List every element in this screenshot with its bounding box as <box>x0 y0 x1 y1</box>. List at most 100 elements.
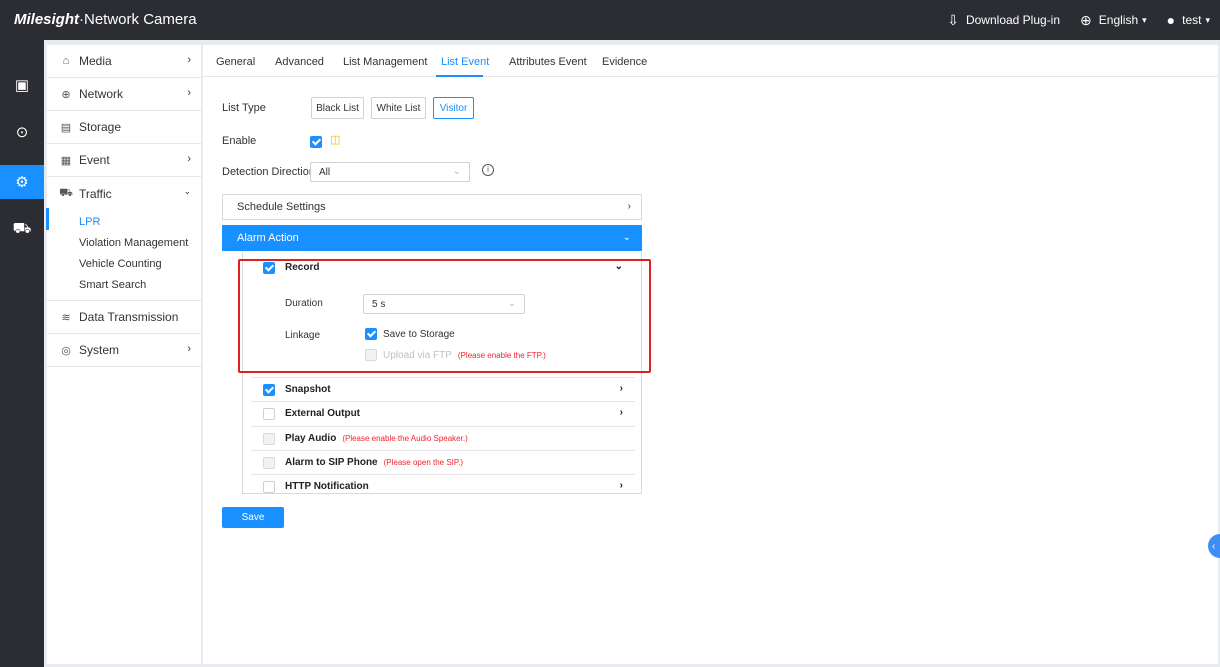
layers-icon: ≋ <box>61 311 71 324</box>
rail-settings[interactable]: ⚙ <box>0 165 44 199</box>
play-audio-hint: (Please enable the Audio Speaker.) <box>342 434 468 443</box>
event-icon: ▦ <box>60 154 72 167</box>
chevron-right-icon: › <box>619 383 623 394</box>
http-notification-label: HTTP Notification <box>285 481 369 492</box>
highlight-box <box>238 259 651 373</box>
save-button[interactable]: Save <box>222 507 284 528</box>
white-list-button[interactable]: White List <box>371 97 426 119</box>
nav-item-label: Network <box>79 87 124 101</box>
tab-advanced[interactable]: Advanced <box>275 56 324 68</box>
detection-direction-value: All <box>319 166 331 178</box>
nav-item-network[interactable]: ⊕ Network › <box>47 78 201 111</box>
tab-bar: General Advanced List Management List Ev… <box>203 45 1218 77</box>
play-audio-row: Play Audio (Please enable the Audio Spea… <box>263 426 635 451</box>
product-name: ·Network Camera <box>79 11 197 28</box>
brand-name: Milesight <box>14 11 80 28</box>
playback-icon: ⊙ <box>15 124 29 141</box>
left-rail: ▣ ⊙ ⚙ ⛟ <box>0 40 44 667</box>
download-plugin-link[interactable]: ⇩ Download Plug-in <box>947 12 1060 29</box>
chevron-right-icon: › <box>187 87 191 99</box>
nav-item-label: Storage <box>79 120 122 134</box>
schedule-settings-label: Schedule Settings <box>237 201 326 213</box>
chevron-left-icon: ‹ <box>1212 540 1216 552</box>
tab-list-event[interactable]: List Event <box>441 56 489 68</box>
nav-item-label: Traffic <box>79 186 112 201</box>
visitor-button[interactable]: Visitor <box>433 97 474 119</box>
tab-general[interactable]: General <box>216 56 255 68</box>
play-audio-label: Play Audio <box>285 433 337 444</box>
nav-item-event[interactable]: ▦ Event › <box>47 144 201 177</box>
rail-live-view[interactable]: ▣ <box>0 68 44 102</box>
user-label: test <box>1182 13 1202 27</box>
settings-icon: ⚙ <box>15 174 29 191</box>
external-output-checkbox[interactable] <box>263 407 275 420</box>
car-icon: ⛟ <box>59 186 73 199</box>
alarm-sip-row: Alarm to SIP Phone (Please open the SIP.… <box>263 450 635 475</box>
alarm-sip-label: Alarm to SIP Phone <box>285 457 378 468</box>
nav-item-label: Media <box>79 54 112 68</box>
info-icon[interactable]: i <box>482 164 494 176</box>
header-actions: ⇩ Download Plug-in ⊕ English ▾ ● test ▾ <box>927 0 1210 40</box>
tab-attributes-event[interactable]: Attributes Event <box>509 56 587 68</box>
settings-nav: ⌂ Media › ⊕ Network › ▤ Storage ▦ Event … <box>46 45 201 664</box>
nav-item-system[interactable]: ◎ System › <box>47 334 201 367</box>
chevron-down-icon: ⌄ <box>622 232 631 243</box>
chevron-right-icon: › <box>619 407 623 418</box>
nav-item-storage[interactable]: ▤ Storage <box>47 111 201 144</box>
chevron-down-icon: ⌄ <box>452 166 461 177</box>
play-audio-checkbox <box>263 432 275 445</box>
http-notification-checkbox[interactable] <box>263 480 275 493</box>
nav-sub-lpr[interactable]: LPR <box>47 212 201 233</box>
enable-checkbox[interactable] <box>310 136 322 148</box>
nav-item-data-transmission[interactable]: ≋ Data Transmission <box>47 301 201 334</box>
http-notification-row[interactable]: HTTP Notification › <box>263 474 635 499</box>
external-output-row[interactable]: External Output › <box>263 401 635 426</box>
nav-item-label: Data Transmission <box>79 310 179 324</box>
system-icon: ◎ <box>61 344 71 357</box>
cloud-download-icon: ⇩ <box>947 11 959 28</box>
user-menu[interactable]: ● test ▾ <box>1167 12 1210 28</box>
active-item-indicator <box>46 208 49 230</box>
download-plugin-label: Download Plug-in <box>965 13 1061 27</box>
detection-direction-select[interactable]: All ⌄ <box>310 162 470 182</box>
chevron-right-icon: › <box>187 54 191 66</box>
logo: Milesight·Network Camera <box>14 11 197 28</box>
rail-vehicle[interactable]: ⛟ <box>0 212 44 246</box>
tab-list-management[interactable]: List Management <box>343 56 427 68</box>
chevron-right-icon: › <box>187 153 191 165</box>
live-view-icon: ▣ <box>14 77 30 94</box>
black-list-button[interactable]: Black List <box>311 97 364 119</box>
chevron-right-icon: › <box>187 343 191 355</box>
storage-icon: ▤ <box>60 121 72 134</box>
schedule-icon[interactable]: ◫ <box>330 133 340 146</box>
nav-item-media[interactable]: ⌂ Media › <box>47 45 201 78</box>
globe-icon: ⊕ <box>1080 11 1092 28</box>
alarm-action-panel[interactable]: Alarm Action ⌄ <box>222 225 642 251</box>
nav-sub-smart-search[interactable]: Smart Search <box>47 275 201 296</box>
enable-label: Enable <box>222 135 257 147</box>
chevron-down-icon: ▾ <box>1205 14 1210 25</box>
nav-item-traffic[interactable]: ⛟ Traffic ⌄ <box>47 177 201 210</box>
chevron-down-icon: ▾ <box>1142 14 1147 25</box>
snapshot-label: Snapshot <box>285 384 331 395</box>
camera-icon: ⌂ <box>62 55 70 67</box>
traffic-submenu: LPR Violation Management Vehicle Countin… <box>47 210 201 301</box>
nav-sub-vehicle-counting[interactable]: Vehicle Counting <box>47 254 201 275</box>
schedule-settings-panel[interactable]: Schedule Settings › <box>222 194 642 220</box>
user-icon: ● <box>1166 12 1176 28</box>
nav-item-label: Event <box>79 153 110 167</box>
globe-icon: ⊕ <box>61 88 71 101</box>
chevron-right-icon: › <box>619 480 623 491</box>
nav-sub-violation-management[interactable]: Violation Management <box>47 233 201 254</box>
alarm-sip-hint: (Please open the SIP.) <box>383 458 464 467</box>
language-label: English <box>1098 13 1139 27</box>
detection-direction-label: Detection Direction <box>222 166 315 178</box>
rail-playback[interactable]: ⊙ <box>0 115 44 149</box>
snapshot-row[interactable]: Snapshot › <box>263 377 635 402</box>
snapshot-checkbox[interactable] <box>263 383 275 396</box>
nav-item-label: System <box>79 343 120 357</box>
language-selector[interactable]: ⊕ English ▾ <box>1080 12 1147 29</box>
active-tab-underline <box>436 75 483 77</box>
alarm-sip-checkbox <box>263 456 275 469</box>
tab-evidence[interactable]: Evidence <box>602 56 647 68</box>
